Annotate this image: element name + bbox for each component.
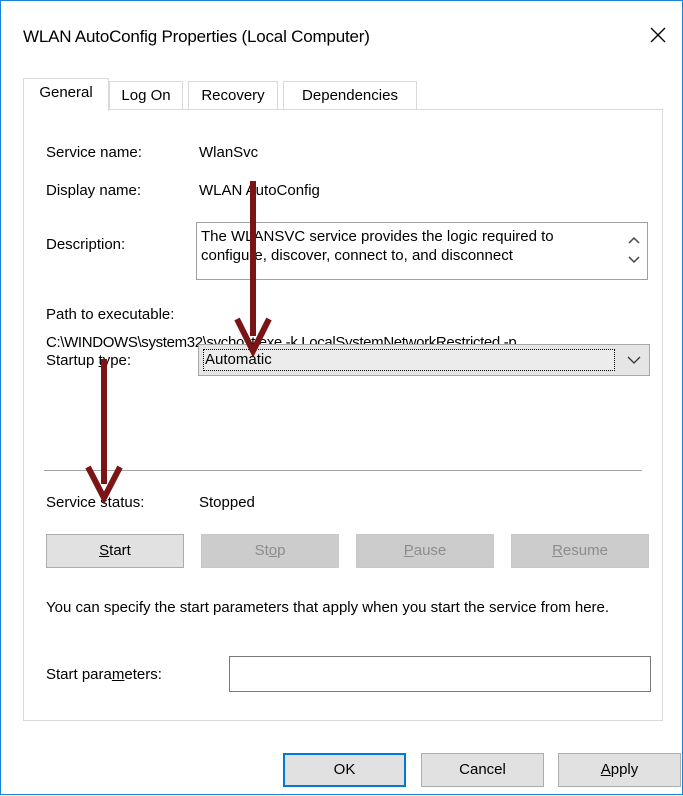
start-label: tart — [109, 542, 131, 559]
path-label: Path to executable: — [46, 306, 175, 323]
properties-dialog: WLAN AutoConfig Properties (Local Comput… — [0, 0, 683, 795]
display-name-label: Display name: — [46, 182, 142, 199]
start-params-hint: You can specify the start parameters tha… — [46, 599, 610, 616]
service-status-label: Service status: — [46, 494, 145, 511]
general-tab-panel: Service name: WlanSvc Display name: WLAN… — [23, 109, 663, 721]
params-label-accel: m — [111, 666, 125, 683]
close-button[interactable] — [638, 15, 678, 55]
resume-accel: R — [552, 542, 563, 559]
startup-label-part: Startup — [46, 352, 99, 369]
stop-accel: o — [268, 542, 278, 559]
startup-type-label: Startup type: — [46, 352, 131, 369]
description-box[interactable]: The WLANSVC service provides the logic r… — [196, 222, 648, 280]
tab-general[interactable]: General — [23, 78, 109, 111]
pause-button[interactable]: Pause — [356, 534, 494, 568]
tab-recovery[interactable]: Recovery — [188, 81, 278, 109]
stop-label: p — [277, 542, 286, 559]
close-icon — [650, 27, 666, 43]
scroll-up-icon[interactable] — [627, 235, 641, 245]
chevron-down-icon — [627, 356, 641, 364]
pause-label: ause — [413, 542, 447, 559]
params-label-part: eters: — [124, 666, 162, 683]
service-name-label: Service name: — [46, 144, 142, 161]
resume-label: esume — [562, 542, 608, 559]
apply-label: pply — [610, 761, 639, 778]
cancel-button[interactable]: Cancel — [421, 753, 544, 787]
tab-dependencies[interactable]: Dependencies — [283, 81, 417, 109]
tab-log-on[interactable]: Log On — [109, 81, 183, 109]
resume-button[interactable]: Resume — [511, 534, 649, 568]
pause-accel: P — [403, 542, 414, 559]
service-name-value: WlanSvc — [199, 144, 259, 161]
description-text: The WLANSVC service provides the logic r… — [201, 228, 554, 264]
stop-label: St — [254, 542, 269, 559]
start-params-input[interactable] — [229, 656, 651, 692]
apply-accel: A — [600, 761, 611, 778]
description-label: Description: — [46, 236, 126, 253]
startup-label-part: ype: — [102, 352, 132, 369]
dialog-title: WLAN AutoConfig Properties (Local Comput… — [23, 27, 370, 46]
params-label-part: Start para — [46, 666, 112, 683]
start-params-label: Start parameters: — [46, 666, 162, 683]
tab-strip: General Log On Recovery Dependencies — [23, 78, 663, 111]
startup-type-select[interactable]: Automatic — [198, 344, 650, 376]
scroll-down-icon[interactable] — [627, 255, 641, 265]
ok-button[interactable]: OK — [283, 753, 406, 787]
start-button[interactable]: Start — [46, 534, 184, 568]
display-name-value: WLAN AutoConfig — [199, 182, 320, 199]
separator — [44, 470, 642, 471]
service-status-value: Stopped — [199, 494, 255, 511]
start-accel: S — [99, 542, 110, 559]
apply-button[interactable]: Apply — [558, 753, 681, 787]
stop-button[interactable]: Stop — [201, 534, 339, 568]
title-bar: WLAN AutoConfig Properties (Local Comput… — [1, 1, 682, 71]
startup-type-value: Automatic — [203, 349, 615, 371]
